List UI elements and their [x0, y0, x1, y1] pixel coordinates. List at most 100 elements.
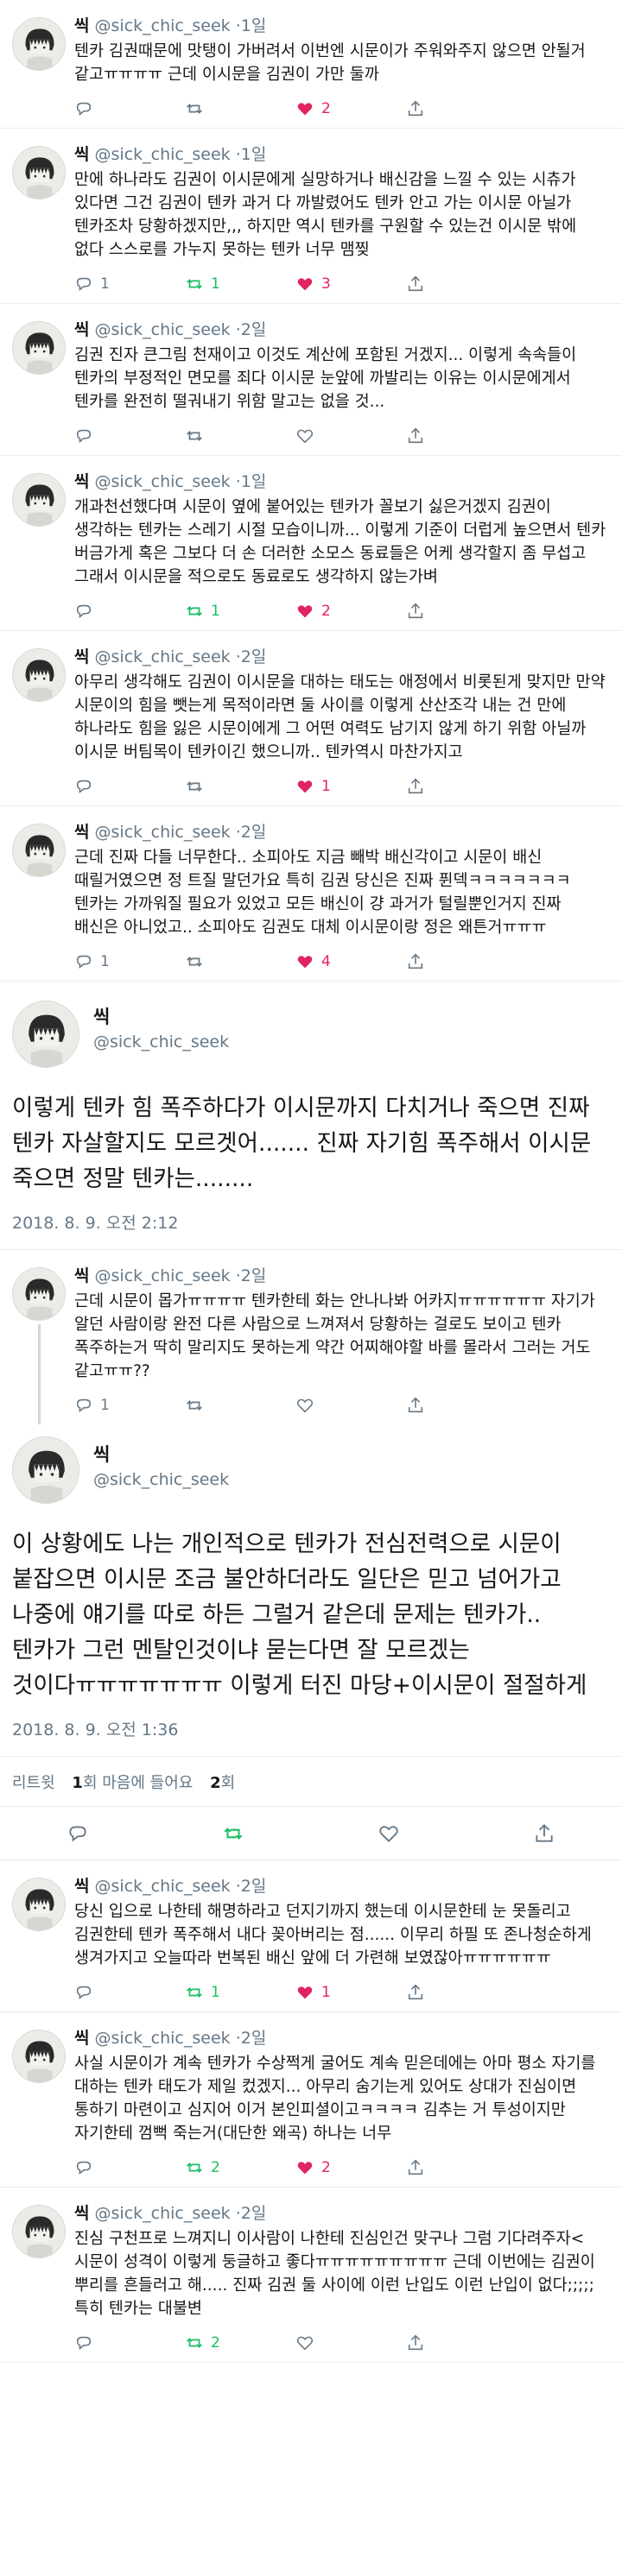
author-handle[interactable]: @sick_chic_seek	[95, 647, 231, 666]
author-name[interactable]: 씩	[74, 647, 89, 666]
author-handle[interactable]: @sick_chic_seek	[95, 16, 231, 35]
focus-author-handle[interactable]: @sick_chic_seek	[93, 1030, 610, 1054]
tweet[interactable]: 씩 @sick_chic_seek ·1일 텐카 김권때문에 맛탱이 가버려서 …	[0, 0, 622, 129]
like-button[interactable]: 1	[295, 1983, 406, 2002]
share-button[interactable]	[406, 2333, 517, 2352]
reply-button[interactable]	[74, 2158, 185, 2177]
retweet-button[interactable]	[185, 1396, 295, 1415]
reply-button[interactable]	[74, 1983, 185, 2002]
retweet-button[interactable]: 1	[185, 602, 295, 621]
avatar[interactable]	[12, 17, 66, 71]
share-icon[interactable]	[533, 1822, 555, 1845]
tweet[interactable]: 씩 @sick_chic_seek ·1일 만에 하나라도 김권이 이시문에게 …	[0, 129, 622, 304]
author-handle[interactable]: @sick_chic_seek	[95, 320, 231, 339]
reply-button[interactable]	[74, 777, 185, 796]
reply-button[interactable]	[74, 99, 185, 118]
author-name[interactable]: 씩	[74, 1266, 89, 1285]
author-name[interactable]: 씩	[74, 2029, 89, 2048]
retweet-button[interactable]	[185, 952, 295, 971]
tweet[interactable]: 씩 @sick_chic_seek ·2일 근데 진짜 다들 너무한다.. 소피…	[0, 806, 622, 982]
avatar[interactable]	[12, 648, 66, 702]
tweet-time[interactable]: 1일	[241, 145, 267, 164]
retweet-button[interactable]: 1	[185, 1983, 295, 2002]
like-button[interactable]: 1	[295, 777, 406, 796]
tweet-time[interactable]: 2일	[241, 647, 267, 666]
share-button[interactable]	[406, 952, 517, 971]
tweet[interactable]: 씩 @sick_chic_seek ·2일 김권 진자 큰그림 천재이고 이것도…	[0, 304, 622, 456]
reply-button[interactable]: 1	[74, 275, 185, 294]
author-name[interactable]: 씩	[74, 472, 89, 491]
share-button[interactable]	[406, 99, 517, 118]
share-button[interactable]	[406, 1983, 517, 2002]
avatar[interactable]	[12, 1878, 66, 1931]
avatar[interactable]	[12, 473, 66, 527]
avatar[interactable]	[12, 321, 66, 375]
reply-button[interactable]	[74, 426, 185, 445]
like-button[interactable]: 2	[295, 2158, 406, 2177]
author-handle[interactable]: @sick_chic_seek	[95, 1266, 231, 1285]
share-button[interactable]	[406, 1396, 517, 1415]
focus-tweet-date[interactable]: 2018. 8. 9. 오전 2:12	[0, 1196, 622, 1249]
retweet-button[interactable]	[185, 777, 295, 796]
author-handle[interactable]: @sick_chic_seek	[95, 1877, 231, 1896]
tweet-time[interactable]: 2일	[241, 2029, 267, 2048]
author-name[interactable]: 씩	[74, 2204, 89, 2223]
avatar[interactable]	[12, 146, 66, 199]
like-button[interactable]	[295, 2333, 406, 2352]
tweet-time[interactable]: 2일	[241, 2204, 267, 2223]
avatar[interactable]	[12, 1436, 79, 1504]
retweet-count-stat[interactable]: 리트윗 1회 마음에 들어요 2회	[12, 1771, 247, 1793]
main-author-name[interactable]: 씩	[93, 1436, 610, 1468]
tweet-time[interactable]: 2일	[241, 823, 267, 842]
avatar[interactable]	[12, 1001, 79, 1068]
like-icon[interactable]	[378, 1822, 400, 1845]
author-handle[interactable]: @sick_chic_seek	[95, 823, 231, 842]
tweet[interactable]: 씩 @sick_chic_seek ·2일 근데 시문이 몹가ㅠㅠㅠㅠ 텐카한테…	[0, 1250, 622, 1424]
tweet[interactable]: 씩 @sick_chic_seek ·1일 개과천선했다며 시문이 옆에 붙어있…	[0, 456, 622, 631]
share-button[interactable]	[406, 426, 517, 445]
author-name[interactable]: 씩	[74, 823, 89, 842]
author-handle[interactable]: @sick_chic_seek	[95, 145, 231, 164]
like-button[interactable]: 3	[295, 275, 406, 294]
tweet-time[interactable]: 2일	[241, 1266, 267, 1285]
author-handle[interactable]: @sick_chic_seek	[95, 2029, 231, 2048]
like-button[interactable]	[295, 1396, 406, 1415]
avatar[interactable]	[12, 2205, 66, 2258]
retweet-button[interactable]: 2	[185, 2333, 295, 2352]
retweet-icon[interactable]	[222, 1822, 244, 1845]
retweet-button[interactable]: 2	[185, 2158, 295, 2177]
reply-button[interactable]	[74, 602, 185, 621]
retweet-button[interactable]	[185, 426, 295, 445]
tweet-time[interactable]: 2일	[241, 1877, 267, 1896]
retweet-button[interactable]	[185, 99, 295, 118]
like-button[interactable]: 2	[295, 99, 406, 118]
like-button[interactable]: 4	[295, 952, 406, 971]
tweet[interactable]: 씩 @sick_chic_seek ·2일 사실 시문이가 계속 텐카가 수상쩍…	[0, 2012, 622, 2188]
share-button[interactable]	[406, 275, 517, 294]
main-tweet-date[interactable]: 2018. 8. 9. 오전 1:36	[0, 1703, 622, 1756]
author-handle[interactable]: @sick_chic_seek	[95, 472, 231, 491]
retweet-button[interactable]: 1	[185, 275, 295, 294]
tweet[interactable]: 씩 @sick_chic_seek ·2일 진심 구천프로 느껴지니 이사람이 …	[0, 2188, 622, 2363]
reply-button[interactable]: 1	[74, 1396, 185, 1415]
tweet-time[interactable]: 2일	[241, 320, 267, 339]
author-name[interactable]: 씩	[74, 145, 89, 164]
share-button[interactable]	[406, 777, 517, 796]
like-button[interactable]	[295, 426, 406, 445]
author-name[interactable]: 씩	[74, 16, 89, 35]
main-author-handle[interactable]: @sick_chic_seek	[93, 1468, 610, 1492]
share-button[interactable]	[406, 602, 517, 621]
author-handle[interactable]: @sick_chic_seek	[95, 2204, 231, 2223]
avatar[interactable]	[12, 824, 66, 877]
tweet-time[interactable]: 1일	[241, 472, 267, 491]
focus-author-name[interactable]: 씩	[93, 999, 610, 1030]
reply-button[interactable]: 1	[74, 952, 185, 971]
reply-button[interactable]	[74, 2333, 185, 2352]
author-name[interactable]: 씩	[74, 1877, 89, 1896]
tweet[interactable]: 씩 @sick_chic_seek ·2일 아무리 생각해도 김권이 이시문을 …	[0, 631, 622, 806]
avatar[interactable]	[12, 2030, 66, 2083]
author-name[interactable]: 씩	[74, 320, 89, 339]
like-button[interactable]: 2	[295, 602, 406, 621]
reply-icon[interactable]	[67, 1822, 89, 1845]
tweet[interactable]: 씩 @sick_chic_seek ·2일 당신 입으로 나한테 해명하라고 던…	[0, 1860, 622, 2012]
